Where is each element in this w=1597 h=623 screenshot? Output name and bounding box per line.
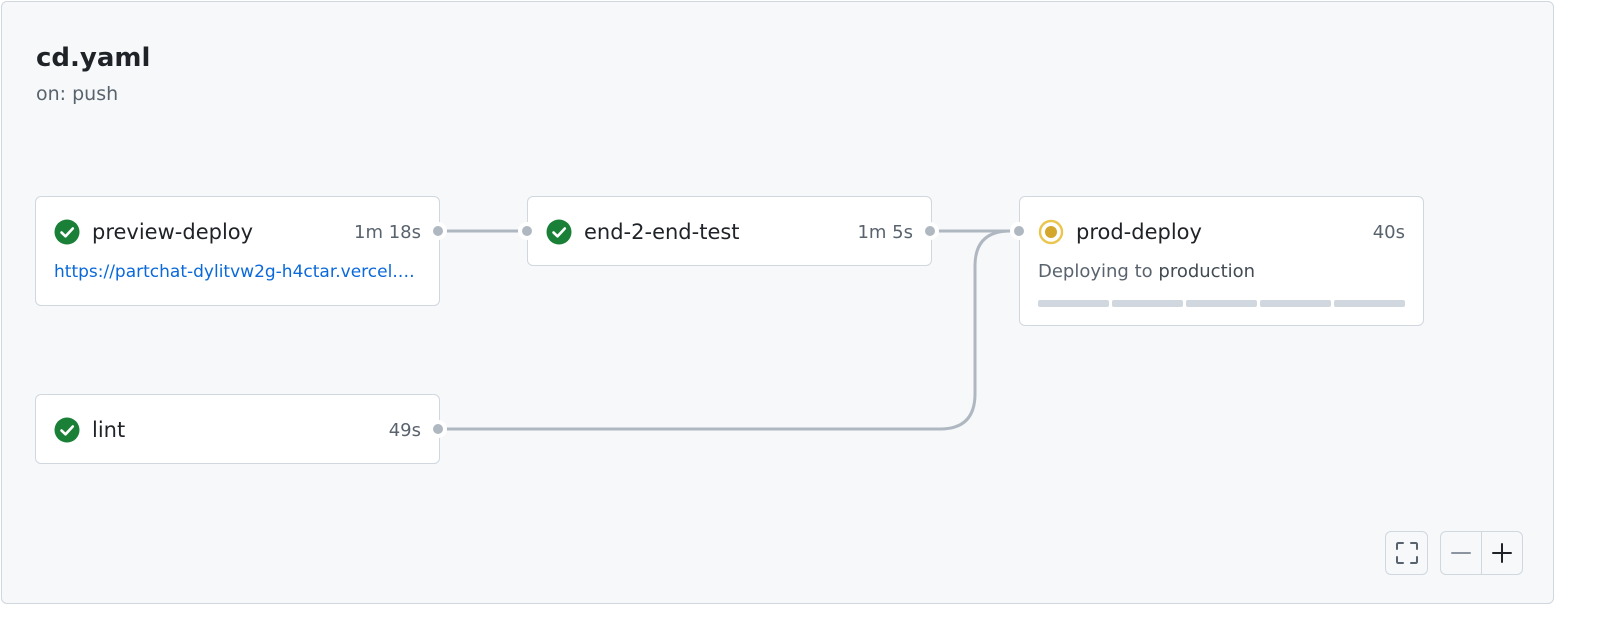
fullscreen-button[interactable] [1385,531,1428,575]
progress-segment [1186,300,1257,307]
job-name: end-2-end-test [584,220,740,244]
plus-icon [1492,543,1512,563]
job-card-prod-deploy[interactable]: prod-deploy 40s Deploying to production [1019,196,1424,326]
screen-full-icon [1395,542,1418,564]
progress-segment [1112,300,1183,307]
deploy-progress-bar [1038,300,1405,307]
check-circle-fill-icon [54,219,80,245]
deployment-url-link[interactable]: https://partchat-dylitvw2g-h4ctar.vercel… [54,261,421,283]
description-prefix: Deploying to [1038,261,1153,282]
job-card-end-2-end-test[interactable]: end-2-end-test 1m 5s [527,196,932,266]
input-port-end-2-end-test [518,222,536,240]
job-duration: 40s [1372,221,1405,243]
zoom-controls [1440,531,1523,575]
dot-fill-spinner-icon [1038,219,1064,245]
job-name: prod-deploy [1076,220,1202,244]
job-name: preview-deploy [92,220,254,244]
workflow-graph-canvas: cd.yaml on: push preview-deploy 1m 18s h… [1,1,1554,604]
zoom-out-button[interactable] [1441,532,1481,574]
progress-segment [1260,300,1331,307]
minus-icon [1451,552,1471,554]
output-port-lint [429,420,447,438]
progress-segment [1334,300,1405,307]
job-status-description: Deploying to production [1038,261,1405,283]
zoom-in-button[interactable] [1481,532,1522,574]
progress-segment [1038,300,1109,307]
job-card-preview-deploy[interactable]: preview-deploy 1m 18s https://partchat-d… [35,196,440,306]
check-circle-fill-icon [54,417,80,443]
job-card-lint[interactable]: lint 49s [35,394,440,464]
environment-name[interactable]: production [1158,261,1255,282]
job-duration: 49s [388,419,421,441]
job-name: lint [92,418,126,442]
check-circle-fill-icon [546,219,572,245]
input-port-prod-deploy [1010,222,1028,240]
job-duration: 1m 18s [354,221,421,243]
output-port-preview-deploy [429,222,447,240]
output-port-end-2-end-test [921,222,939,240]
job-duration: 1m 5s [857,221,913,243]
